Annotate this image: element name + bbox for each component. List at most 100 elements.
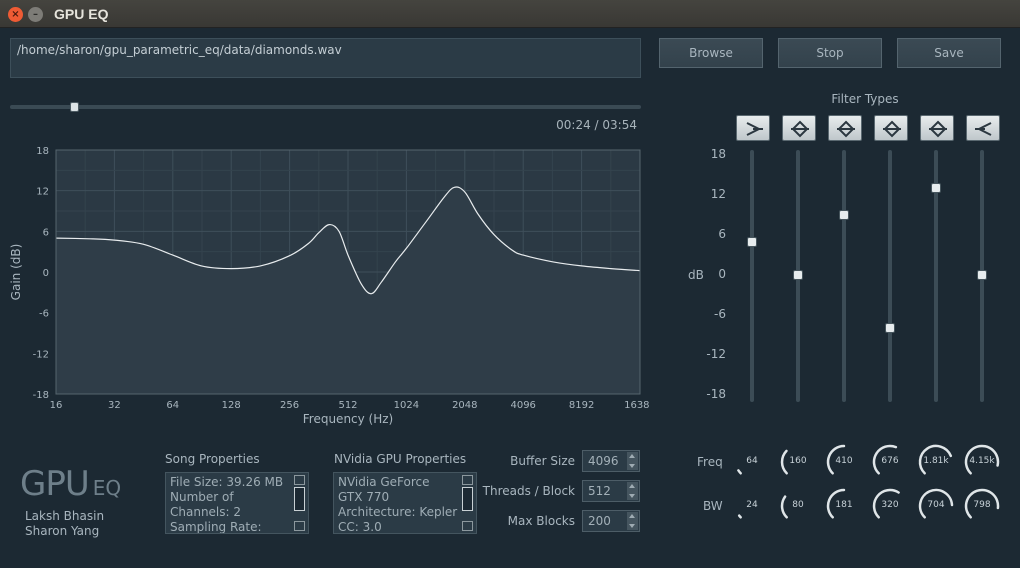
gain-slider-handle[interactable] bbox=[793, 270, 803, 280]
freq-label: Freq bbox=[697, 455, 723, 469]
frequency-response-chart: 16 32 64 128 256 512 1024 2048 4096 8192 16384 18 1… bbox=[0, 138, 656, 432]
spinner-arrows-icon[interactable] bbox=[627, 512, 638, 530]
minimize-icon[interactable]: – bbox=[28, 7, 43, 22]
low-shelf-icon bbox=[737, 122, 771, 146]
freq-knob-value: 1.81k bbox=[923, 456, 949, 466]
x-axis-label: Frequency (Hz) bbox=[303, 412, 394, 426]
author-2: Sharon Yang bbox=[25, 524, 100, 538]
high-shelf-icon bbox=[967, 122, 1001, 146]
x-tick-label: 2048 bbox=[452, 400, 477, 411]
bw-knob-value: 320 bbox=[881, 500, 899, 510]
gpu-prop-line: GTX 770 bbox=[338, 490, 390, 504]
freq-knob-value: 676 bbox=[881, 456, 899, 466]
db-tick-label: -18 bbox=[706, 387, 726, 401]
db-tick-label: 18 bbox=[710, 147, 726, 161]
threads-per-block-value: 512 bbox=[588, 484, 611, 498]
song-properties-box[interactable]: File Size: 39.26 MB Number of Channels: … bbox=[165, 472, 309, 534]
file-path-field[interactable]: /home/sharon/gpu_parametric_eq/data/diam… bbox=[10, 38, 641, 78]
window-title: GPU EQ bbox=[54, 6, 109, 22]
max-blocks-spinner[interactable]: 200 bbox=[582, 510, 640, 532]
close-icon[interactable]: × bbox=[8, 7, 23, 22]
gain-slider-handle[interactable] bbox=[747, 236, 757, 247]
y-tick-label: -12 bbox=[33, 349, 49, 360]
gain-slider-handle[interactable] bbox=[977, 270, 987, 280]
song-prop-line: Sampling Rate: bbox=[170, 520, 262, 534]
peak-icon bbox=[829, 120, 863, 146]
threads-per-block-label: Threads / Block bbox=[482, 484, 575, 498]
freq-knob-value: 4.15k bbox=[969, 456, 995, 466]
spinner-arrows-icon[interactable] bbox=[627, 452, 638, 470]
scrollbar-thumb[interactable] bbox=[294, 487, 305, 511]
gpu-prop-line: NVidia GeForce bbox=[338, 475, 430, 489]
buffer-size-spinner[interactable]: 4096 bbox=[582, 450, 640, 472]
filter-type-button[interactable] bbox=[828, 115, 862, 141]
stop-button[interactable]: Stop bbox=[778, 38, 882, 68]
gain-slider-handle[interactable] bbox=[885, 323, 895, 334]
main-window: /home/sharon/gpu_parametric_eq/data/diam… bbox=[0, 28, 1020, 568]
max-blocks-label: Max Blocks bbox=[507, 514, 575, 528]
scroll-down-icon[interactable] bbox=[294, 521, 305, 531]
bw-knob-value: 798 bbox=[973, 500, 991, 510]
bw-knob-value: 24 bbox=[746, 500, 758, 510]
song-prop-line: Number of bbox=[170, 490, 234, 504]
filter-type-button[interactable] bbox=[920, 115, 954, 141]
x-tick-label: 128 bbox=[222, 400, 241, 411]
playback-time: 00:24 / 03:54 bbox=[556, 118, 637, 132]
freq-knob-value: 410 bbox=[835, 456, 853, 466]
y-tick-label: 12 bbox=[36, 187, 49, 198]
filter-type-button[interactable] bbox=[966, 115, 1000, 141]
bw-knob-value: 80 bbox=[792, 500, 804, 510]
gain-slider-handle[interactable] bbox=[931, 183, 941, 194]
peak-icon bbox=[875, 120, 909, 146]
logo-gpu: GPU bbox=[20, 464, 90, 504]
x-tick-label: 8192 bbox=[569, 400, 594, 411]
db-tick-label: -12 bbox=[706, 347, 726, 361]
y-tick-label: 6 bbox=[43, 227, 49, 238]
gain-slider-track[interactable] bbox=[842, 150, 846, 402]
scroll-up-icon[interactable] bbox=[294, 475, 305, 485]
seek-bar[interactable] bbox=[10, 105, 641, 109]
filter-types-label: Filter Types bbox=[831, 92, 899, 106]
buffer-size-label: Buffer Size bbox=[510, 454, 575, 468]
song-prop-line: Channels: 2 bbox=[170, 505, 242, 519]
gain-slider-track[interactable] bbox=[750, 150, 754, 402]
bw-knob-value: 181 bbox=[835, 500, 853, 510]
peak-icon bbox=[783, 120, 817, 146]
song-prop-line: File Size: 39.26 MB bbox=[170, 475, 284, 489]
song-properties-title: Song Properties bbox=[165, 452, 260, 466]
browse-button[interactable]: Browse bbox=[659, 38, 763, 68]
freq-knob-value: 160 bbox=[789, 456, 807, 466]
x-tick-label: 1024 bbox=[394, 400, 419, 411]
y-tick-label: -18 bbox=[33, 390, 49, 401]
gain-slider-handle[interactable] bbox=[839, 210, 849, 220]
x-tick-label: 32 bbox=[108, 400, 121, 411]
y-axis-label: Gain (dB) bbox=[9, 244, 23, 301]
x-tick-label: 4096 bbox=[510, 400, 535, 411]
filter-type-button[interactable] bbox=[782, 115, 816, 141]
gpu-properties-box[interactable]: NVidia GeForce GTX 770 Architecture: Kep… bbox=[333, 472, 477, 534]
seek-handle[interactable] bbox=[69, 102, 79, 112]
max-blocks-value: 200 bbox=[588, 514, 611, 528]
x-tick-label: 16384 bbox=[624, 400, 650, 411]
db-tick-label: 12 bbox=[710, 187, 726, 201]
threads-per-block-spinner[interactable]: 512 bbox=[582, 480, 640, 502]
author-1: Laksh Bhasin bbox=[25, 509, 105, 523]
x-tick-label: 256 bbox=[280, 400, 299, 411]
gpu-properties-title: NVidia GPU Properties bbox=[334, 452, 467, 466]
app-logo: GPU EQ bbox=[20, 464, 121, 504]
logo-eq: EQ bbox=[92, 476, 122, 500]
y-tick-label: 0 bbox=[43, 268, 49, 279]
save-button[interactable]: Save bbox=[897, 38, 1001, 68]
filter-type-button[interactable] bbox=[736, 115, 770, 141]
freq-knob-value: 64 bbox=[746, 456, 758, 466]
buffer-size-value: 4096 bbox=[588, 454, 619, 468]
spinner-arrows-icon[interactable] bbox=[627, 482, 638, 500]
title-bar: × – GPU EQ bbox=[0, 0, 1020, 28]
bw-knob-value: 704 bbox=[927, 500, 945, 510]
x-tick-label: 512 bbox=[338, 400, 357, 411]
y-tick-label: -6 bbox=[39, 309, 49, 320]
filter-type-button[interactable] bbox=[874, 115, 908, 141]
db-tick-label: 0 bbox=[718, 267, 726, 281]
db-tick-label: 6 bbox=[718, 227, 726, 241]
gain-slider-track[interactable] bbox=[888, 150, 892, 402]
